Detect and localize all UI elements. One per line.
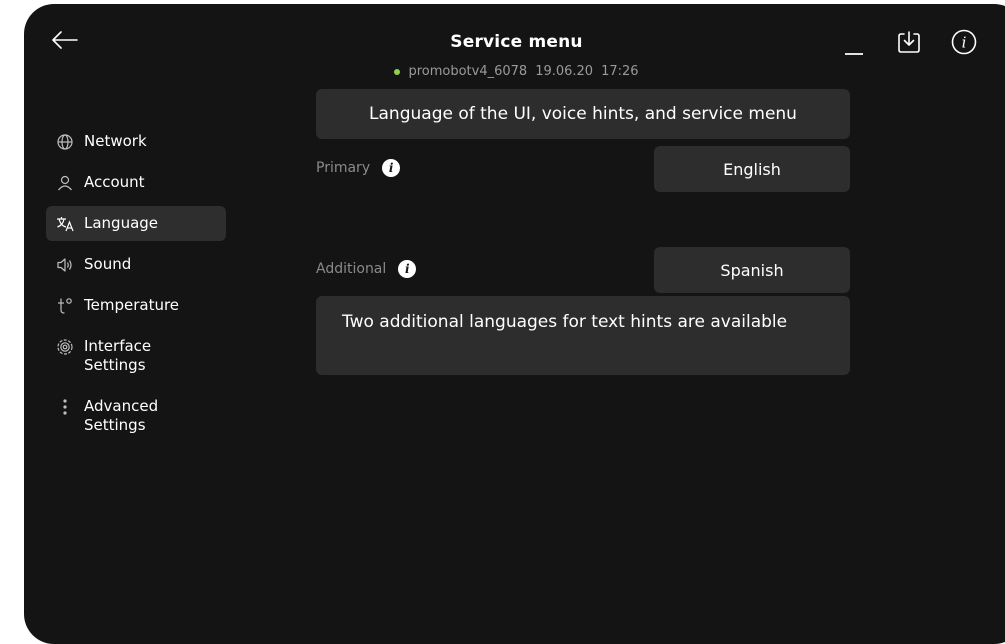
primary-language-select[interactable]: English — [654, 146, 850, 192]
info-icon[interactable]: i — [398, 260, 417, 278]
sidebar-item-label: Advanced Settings — [84, 397, 159, 434]
info-note: Two additional languages for text hints … — [316, 296, 850, 375]
sidebar-item-interface-settings[interactable]: Interface Settings — [46, 329, 226, 383]
additional-language-row-label: Additional i — [316, 260, 417, 278]
sidebar-item-network[interactable]: Network — [46, 124, 226, 159]
more-vertical-icon — [56, 397, 74, 416]
minimize-button[interactable] — [842, 30, 866, 60]
sidebar-item-label: Sound — [84, 255, 132, 273]
info-icon[interactable]: i — [382, 159, 401, 177]
minimize-icon — [844, 30, 864, 60]
thermometer-icon — [56, 296, 74, 315]
sidebar-item-label: Temperature — [84, 296, 180, 314]
status-indicator — [394, 68, 401, 75]
sidebar-item-label: Network — [84, 132, 147, 150]
sidebar-item-temperature[interactable]: Temperature — [46, 288, 226, 323]
settings-icon — [56, 337, 74, 356]
status-time: 17:26 — [601, 64, 639, 79]
download-button[interactable] — [896, 30, 922, 58]
sidebar-item-language[interactable]: Language — [46, 206, 226, 241]
sidebar-item-sound[interactable]: Sound — [46, 247, 226, 282]
status-date: 19.06.20 — [535, 64, 594, 79]
primary-language-row-label: Primary i — [316, 159, 401, 177]
additional-language-select[interactable]: Spanish — [654, 247, 850, 293]
speaker-icon — [56, 255, 74, 274]
sidebar-item-account[interactable]: Account — [46, 165, 226, 200]
device-status: promobotv4_6078 19.06.20 17:26 — [24, 64, 1005, 79]
primary-label: Primary — [316, 160, 371, 176]
service-menu-screen: Service menu promobotv4_6078 19.06.20 17… — [24, 4, 1005, 644]
user-icon — [56, 173, 74, 192]
additional-label: Additional — [316, 261, 387, 277]
info-button[interactable]: i — [950, 29, 978, 59]
sidebar: Network Account Language Sound Temperatu… — [46, 124, 226, 449]
section-header: Language of the UI, voice hints, and ser… — [316, 89, 850, 139]
globe-icon — [56, 132, 74, 151]
translate-icon — [56, 214, 74, 233]
svg-text:i: i — [962, 34, 967, 52]
device-name: promobotv4_6078 — [408, 64, 528, 79]
download-icon — [897, 30, 921, 58]
info-icon: i — [951, 29, 977, 59]
sidebar-item-label: Account — [84, 173, 145, 191]
sidebar-item-advanced-settings[interactable]: Advanced Settings — [46, 389, 226, 443]
sidebar-item-label: Interface Settings — [84, 337, 152, 374]
sidebar-item-label: Language — [84, 214, 159, 232]
